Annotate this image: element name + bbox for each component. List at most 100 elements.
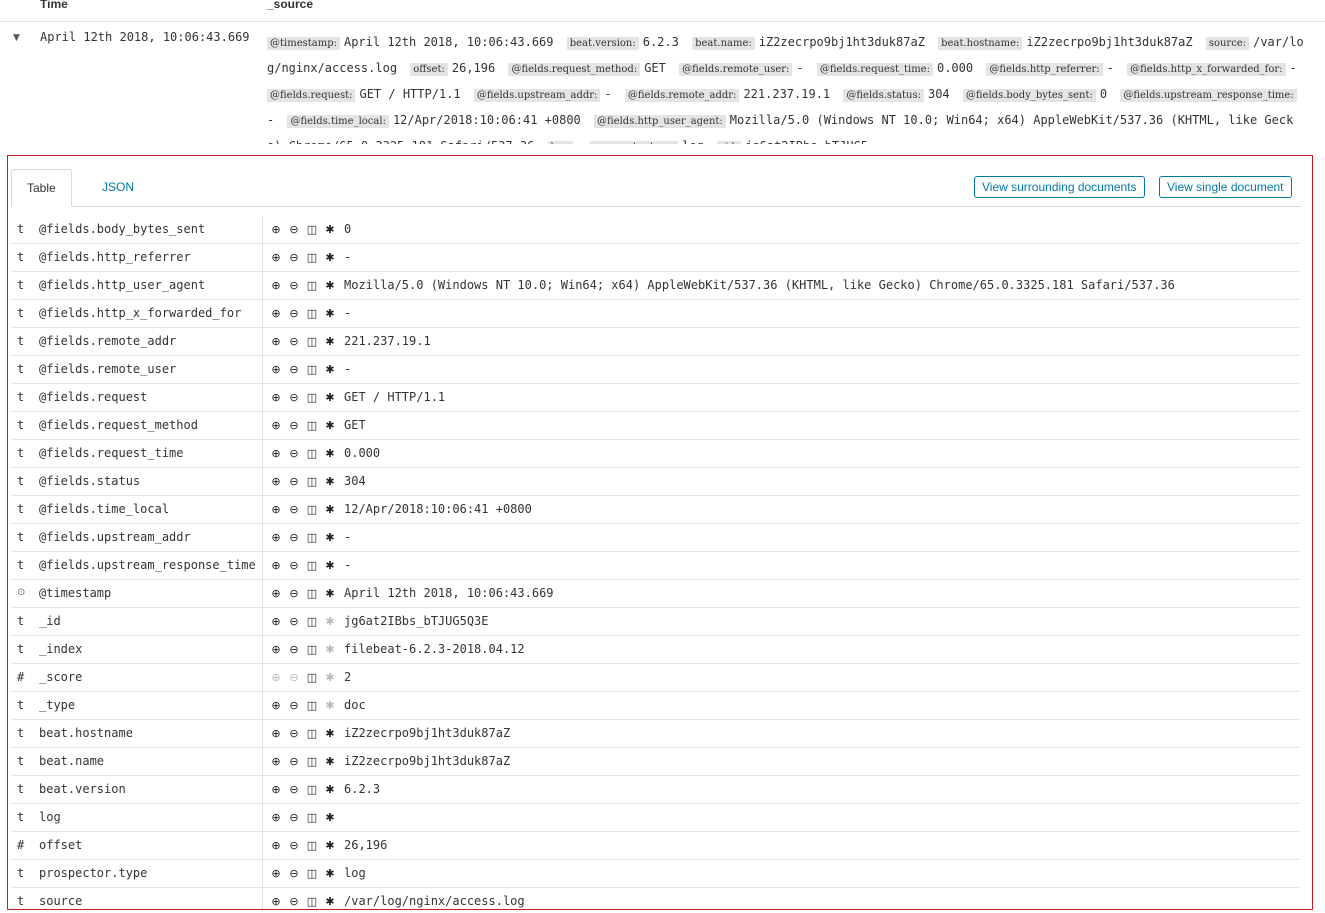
asterisk-icon[interactable]: ✱: [321, 615, 339, 628]
asterisk-icon[interactable]: ✱: [321, 811, 339, 824]
column-icon[interactable]: ◫: [303, 419, 321, 432]
column-icon[interactable]: ◫: [303, 643, 321, 656]
asterisk-icon[interactable]: ✱: [321, 447, 339, 460]
zoom-out-icon[interactable]: ⊖: [285, 839, 303, 852]
zoom-in-icon[interactable]: ⊕: [267, 643, 285, 656]
column-icon[interactable]: ◫: [303, 671, 321, 684]
asterisk-icon[interactable]: ✱: [321, 223, 339, 236]
zoom-in-icon[interactable]: ⊕: [267, 307, 285, 320]
asterisk-icon[interactable]: ✱: [321, 727, 339, 740]
zoom-out-icon[interactable]: ⊖: [285, 223, 303, 236]
zoom-out-icon[interactable]: ⊖: [285, 419, 303, 432]
zoom-in-icon[interactable]: ⊕: [267, 279, 285, 292]
column-icon[interactable]: ◫: [303, 727, 321, 740]
zoom-in-icon[interactable]: ⊕: [267, 531, 285, 544]
column-icon[interactable]: ◫: [303, 447, 321, 460]
zoom-in-icon[interactable]: ⊕: [267, 615, 285, 628]
zoom-in-icon[interactable]: ⊕: [267, 839, 285, 852]
asterisk-icon[interactable]: ✱: [321, 279, 339, 292]
column-icon[interactable]: ◫: [303, 559, 321, 572]
zoom-in-icon[interactable]: ⊕: [267, 895, 285, 908]
zoom-in-icon[interactable]: ⊕: [267, 559, 285, 572]
asterisk-icon[interactable]: ✱: [321, 335, 339, 348]
column-icon[interactable]: ◫: [303, 895, 321, 908]
zoom-in-icon[interactable]: ⊕: [267, 587, 285, 600]
asterisk-icon[interactable]: ✱: [321, 307, 339, 320]
asterisk-icon[interactable]: ✱: [321, 699, 339, 712]
zoom-out-icon[interactable]: ⊖: [285, 783, 303, 796]
tab-json[interactable]: JSON: [87, 169, 149, 207]
zoom-out-icon[interactable]: ⊖: [285, 363, 303, 376]
asterisk-icon[interactable]: ✱: [321, 895, 339, 908]
zoom-in-icon[interactable]: ⊕: [267, 755, 285, 768]
zoom-in-icon[interactable]: ⊕: [267, 391, 285, 404]
column-icon[interactable]: ◫: [303, 811, 321, 824]
asterisk-icon[interactable]: ✱: [321, 867, 339, 880]
asterisk-icon[interactable]: ✱: [321, 363, 339, 376]
zoom-in-icon[interactable]: ⊕: [267, 335, 285, 348]
zoom-out-icon[interactable]: ⊖: [285, 867, 303, 880]
zoom-in-icon[interactable]: ⊕: [267, 811, 285, 824]
zoom-in-icon[interactable]: ⊕: [267, 475, 285, 488]
column-icon[interactable]: ◫: [303, 391, 321, 404]
zoom-out-icon[interactable]: ⊖: [285, 895, 303, 908]
column-icon[interactable]: ◫: [303, 783, 321, 796]
zoom-out-icon[interactable]: ⊖: [285, 727, 303, 740]
view-surrounding-documents-button[interactable]: View surrounding documents: [974, 176, 1145, 198]
zoom-out-icon[interactable]: ⊖: [285, 531, 303, 544]
zoom-out-icon[interactable]: ⊖: [285, 755, 303, 768]
asterisk-icon[interactable]: ✱: [321, 755, 339, 768]
asterisk-icon[interactable]: ✱: [321, 671, 339, 684]
zoom-out-icon[interactable]: ⊖: [285, 559, 303, 572]
column-icon[interactable]: ◫: [303, 503, 321, 516]
asterisk-icon[interactable]: ✱: [321, 587, 339, 600]
zoom-out-icon[interactable]: ⊖: [285, 811, 303, 824]
time-column-header[interactable]: Time: [40, 0, 68, 11]
asterisk-icon[interactable]: ✱: [321, 391, 339, 404]
zoom-in-icon[interactable]: ⊕: [267, 699, 285, 712]
zoom-in-icon[interactable]: ⊕: [267, 223, 285, 236]
asterisk-icon[interactable]: ✱: [321, 531, 339, 544]
asterisk-icon[interactable]: ✱: [321, 559, 339, 572]
zoom-in-icon[interactable]: ⊕: [267, 671, 285, 684]
zoom-out-icon[interactable]: ⊖: [285, 251, 303, 264]
zoom-in-icon[interactable]: ⊕: [267, 783, 285, 796]
zoom-out-icon[interactable]: ⊖: [285, 643, 303, 656]
zoom-out-icon[interactable]: ⊖: [285, 587, 303, 600]
column-icon[interactable]: ◫: [303, 867, 321, 880]
zoom-out-icon[interactable]: ⊖: [285, 671, 303, 684]
asterisk-icon[interactable]: ✱: [321, 475, 339, 488]
zoom-out-icon[interactable]: ⊖: [285, 699, 303, 712]
column-icon[interactable]: ◫: [303, 223, 321, 236]
zoom-out-icon[interactable]: ⊖: [285, 335, 303, 348]
column-icon[interactable]: ◫: [303, 755, 321, 768]
zoom-in-icon[interactable]: ⊕: [267, 727, 285, 740]
view-single-document-button[interactable]: View single document: [1159, 176, 1292, 198]
expand-toggle-icon[interactable]: ▼: [13, 33, 20, 43]
zoom-in-icon[interactable]: ⊕: [267, 251, 285, 264]
asterisk-icon[interactable]: ✱: [321, 503, 339, 516]
column-icon[interactable]: ◫: [303, 615, 321, 628]
zoom-out-icon[interactable]: ⊖: [285, 503, 303, 516]
column-icon[interactable]: ◫: [303, 531, 321, 544]
column-icon[interactable]: ◫: [303, 475, 321, 488]
zoom-in-icon[interactable]: ⊕: [267, 363, 285, 376]
column-icon[interactable]: ◫: [303, 335, 321, 348]
zoom-in-icon[interactable]: ⊕: [267, 867, 285, 880]
column-icon[interactable]: ◫: [303, 279, 321, 292]
zoom-out-icon[interactable]: ⊖: [285, 391, 303, 404]
column-icon[interactable]: ◫: [303, 363, 321, 376]
asterisk-icon[interactable]: ✱: [321, 251, 339, 264]
zoom-out-icon[interactable]: ⊖: [285, 475, 303, 488]
asterisk-icon[interactable]: ✱: [321, 783, 339, 796]
zoom-out-icon[interactable]: ⊖: [285, 615, 303, 628]
column-icon[interactable]: ◫: [303, 839, 321, 852]
asterisk-icon[interactable]: ✱: [321, 643, 339, 656]
tab-table[interactable]: Table: [11, 169, 72, 207]
column-icon[interactable]: ◫: [303, 587, 321, 600]
zoom-in-icon[interactable]: ⊕: [267, 503, 285, 516]
column-icon[interactable]: ◫: [303, 307, 321, 320]
asterisk-icon[interactable]: ✱: [321, 839, 339, 852]
asterisk-icon[interactable]: ✱: [321, 419, 339, 432]
zoom-out-icon[interactable]: ⊖: [285, 307, 303, 320]
